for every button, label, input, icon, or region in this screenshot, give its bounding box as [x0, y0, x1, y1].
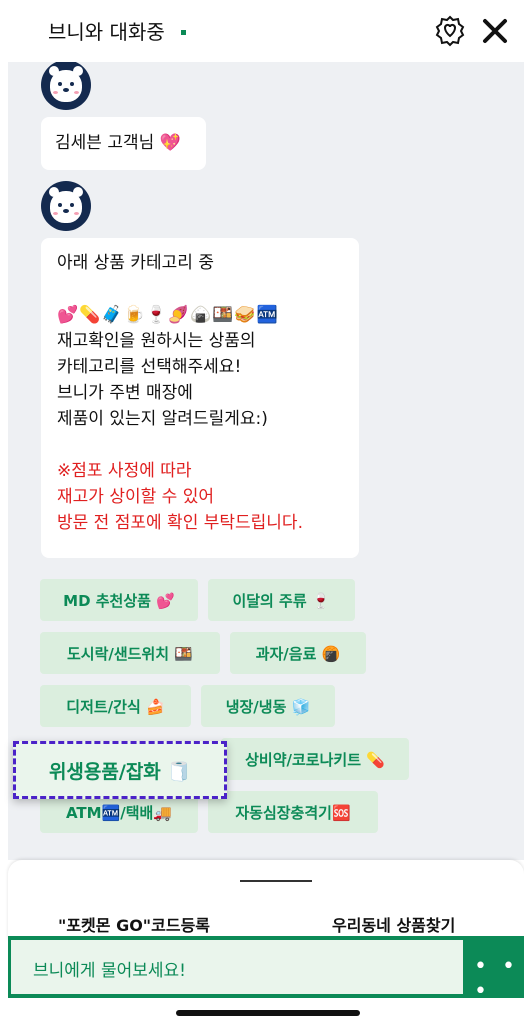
quick-menu-panel: "포켓몬 GO"코드등록 우리동네 상품찾기	[8, 860, 524, 940]
message-line: 제품이 있는지 알려드릴게요:)	[57, 409, 268, 429]
chip-fridge-freezer[interactable]: 냉장/냉동 🧊	[201, 685, 335, 727]
chip-medicine-covid-kit[interactable]: 상비약/코로나키트 💊	[221, 738, 409, 780]
message-line: 카테고리를 선택해주세요!	[57, 357, 242, 377]
chip-lunchbox-sandwich[interactable]: 도시락/샌드위치 🍱	[40, 632, 220, 674]
greeting-bubble: 김세븐 고객님 💖	[41, 117, 206, 170]
close-icon[interactable]	[481, 17, 509, 45]
bot-avatar	[41, 62, 91, 110]
chat-header: 브니와 대화중	[0, 0, 524, 62]
category-message-bubble: 아래 상품 카테고리 중 💕💊🧳🍺🍷🍠🍙🍱🥪🏧 재고확인을 원하시는 상품의 카…	[41, 238, 359, 558]
online-status-dot	[181, 30, 186, 35]
home-indicator	[176, 1010, 360, 1016]
chip-dessert-snack[interactable]: 디저트/간식 🍰	[40, 685, 191, 727]
chip-monthly-liquor[interactable]: 이달의 주류 🍷	[208, 579, 355, 621]
chip-md-recommend[interactable]: MD 추천상품 💕	[40, 579, 198, 621]
bottom-panel: "포켓몬 GO"코드등록 우리동네 상품찾기 브니에게 물어보세요! • • •	[0, 860, 524, 1028]
chip-snack-drink[interactable]: 과자/음료 🍘	[230, 632, 366, 674]
message-line: 재고확인을 원하시는 상품의	[57, 331, 256, 351]
message-line: 아래 상품 카테고리 중	[57, 253, 214, 273]
notice-line: ※점포 사정에 따라	[57, 461, 192, 481]
heart-badge-icon[interactable]	[434, 14, 466, 48]
chip-hygiene-goods[interactable]: 위생용품/잡화 🧻	[13, 741, 227, 799]
pokemon-go-code-link[interactable]: "포켓몬 GO"코드등록	[58, 912, 210, 936]
chat-input-field[interactable]: 브니에게 물어보세요!	[11, 940, 463, 994]
chat-input-bar: 브니에게 물어보세요! • • •	[8, 936, 524, 1004]
category-emoji-row: 💕💊🧳🍺🍷🍠🍙🍱🥪🏧	[57, 305, 279, 325]
bot-avatar	[41, 181, 91, 231]
chat-title: 브니와 대화중	[48, 20, 165, 44]
more-options-button[interactable]: • • •	[474, 954, 524, 1004]
message-line: 브니가 주변 매장에	[57, 383, 193, 403]
notice-line: 재고가 상이할 수 있어	[57, 487, 214, 507]
local-product-search-link[interactable]: 우리동네 상품찾기	[332, 912, 455, 936]
chip-aed[interactable]: 자동심장충격기🆘	[208, 791, 378, 833]
notice-line: 방문 전 점포에 확인 부탁드립니다.	[57, 513, 303, 533]
panel-drag-handle[interactable]	[240, 880, 312, 882]
